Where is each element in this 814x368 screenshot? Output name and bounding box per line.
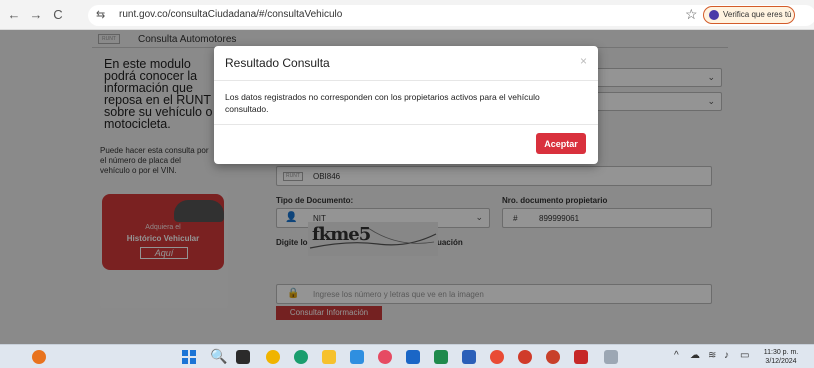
weather-icon[interactable] (32, 350, 46, 364)
chrome-icon[interactable] (490, 350, 504, 364)
battery-icon[interactable]: ▭ (740, 350, 749, 361)
chevron-up-icon[interactable]: ^ (674, 350, 679, 361)
verify-label: Verifica que eres tú (723, 10, 792, 19)
browser-toolbar: ← → C ⇆ runt.gov.co/consultaCiudadana/#/… (0, 0, 814, 30)
site-settings-icon[interactable]: ⇆ (96, 8, 110, 22)
search-icon[interactable]: 🔍 (210, 348, 227, 365)
pdf-icon[interactable] (574, 350, 588, 364)
app-icon-4[interactable] (406, 350, 420, 364)
url-text[interactable]: runt.gov.co/consultaCiudadana/#/consulta… (119, 9, 342, 20)
edge-icon[interactable] (294, 350, 308, 364)
clock[interactable]: 11:30 p. m. 3/12/2024 (760, 348, 802, 366)
modal-divider (214, 124, 598, 125)
modal-title: Resultado Consulta (225, 56, 330, 70)
forward-icon[interactable]: → (28, 7, 44, 23)
result-modal: Resultado Consulta × Los datos registrad… (214, 46, 598, 164)
close-icon[interactable]: × (580, 54, 587, 68)
wifi-icon[interactable]: ≋ (708, 350, 716, 361)
volume-icon[interactable]: ♪ (724, 350, 729, 361)
clock-date: 3/12/2024 (765, 358, 797, 365)
back-icon[interactable]: ← (6, 7, 22, 23)
accept-button[interactable]: Aceptar (536, 133, 586, 154)
app-icon-1[interactable] (266, 350, 280, 364)
modal-message: Los datos registrados no corresponden co… (225, 92, 540, 114)
app-icon-2[interactable] (350, 350, 364, 364)
excel-icon[interactable] (434, 350, 448, 364)
chrome-icon-3[interactable] (546, 350, 560, 364)
reload-icon[interactable]: C (50, 7, 66, 23)
file-explorer-icon[interactable] (322, 350, 336, 364)
chrome-icon-2[interactable] (518, 350, 532, 364)
taskbar: 🔍 ^ ☁ ≋ ♪ ▭ 11:30 p. m. 3/12/2024 (0, 344, 814, 368)
network-icon[interactable]: ☁ (690, 350, 700, 361)
bookmark-star-icon[interactable]: ☆ (685, 6, 698, 23)
windows-start-icon[interactable] (182, 350, 196, 364)
app-icon-3[interactable] (378, 350, 392, 364)
task-view-icon[interactable] (236, 350, 250, 364)
word-icon[interactable] (462, 350, 476, 364)
clock-time: 11:30 p. m. (763, 349, 799, 356)
verify-button[interactable]: Verifica que eres tú (703, 6, 795, 24)
modal-divider (214, 80, 598, 81)
app-icon-5[interactable] (604, 350, 618, 364)
verify-icon (709, 10, 719, 20)
